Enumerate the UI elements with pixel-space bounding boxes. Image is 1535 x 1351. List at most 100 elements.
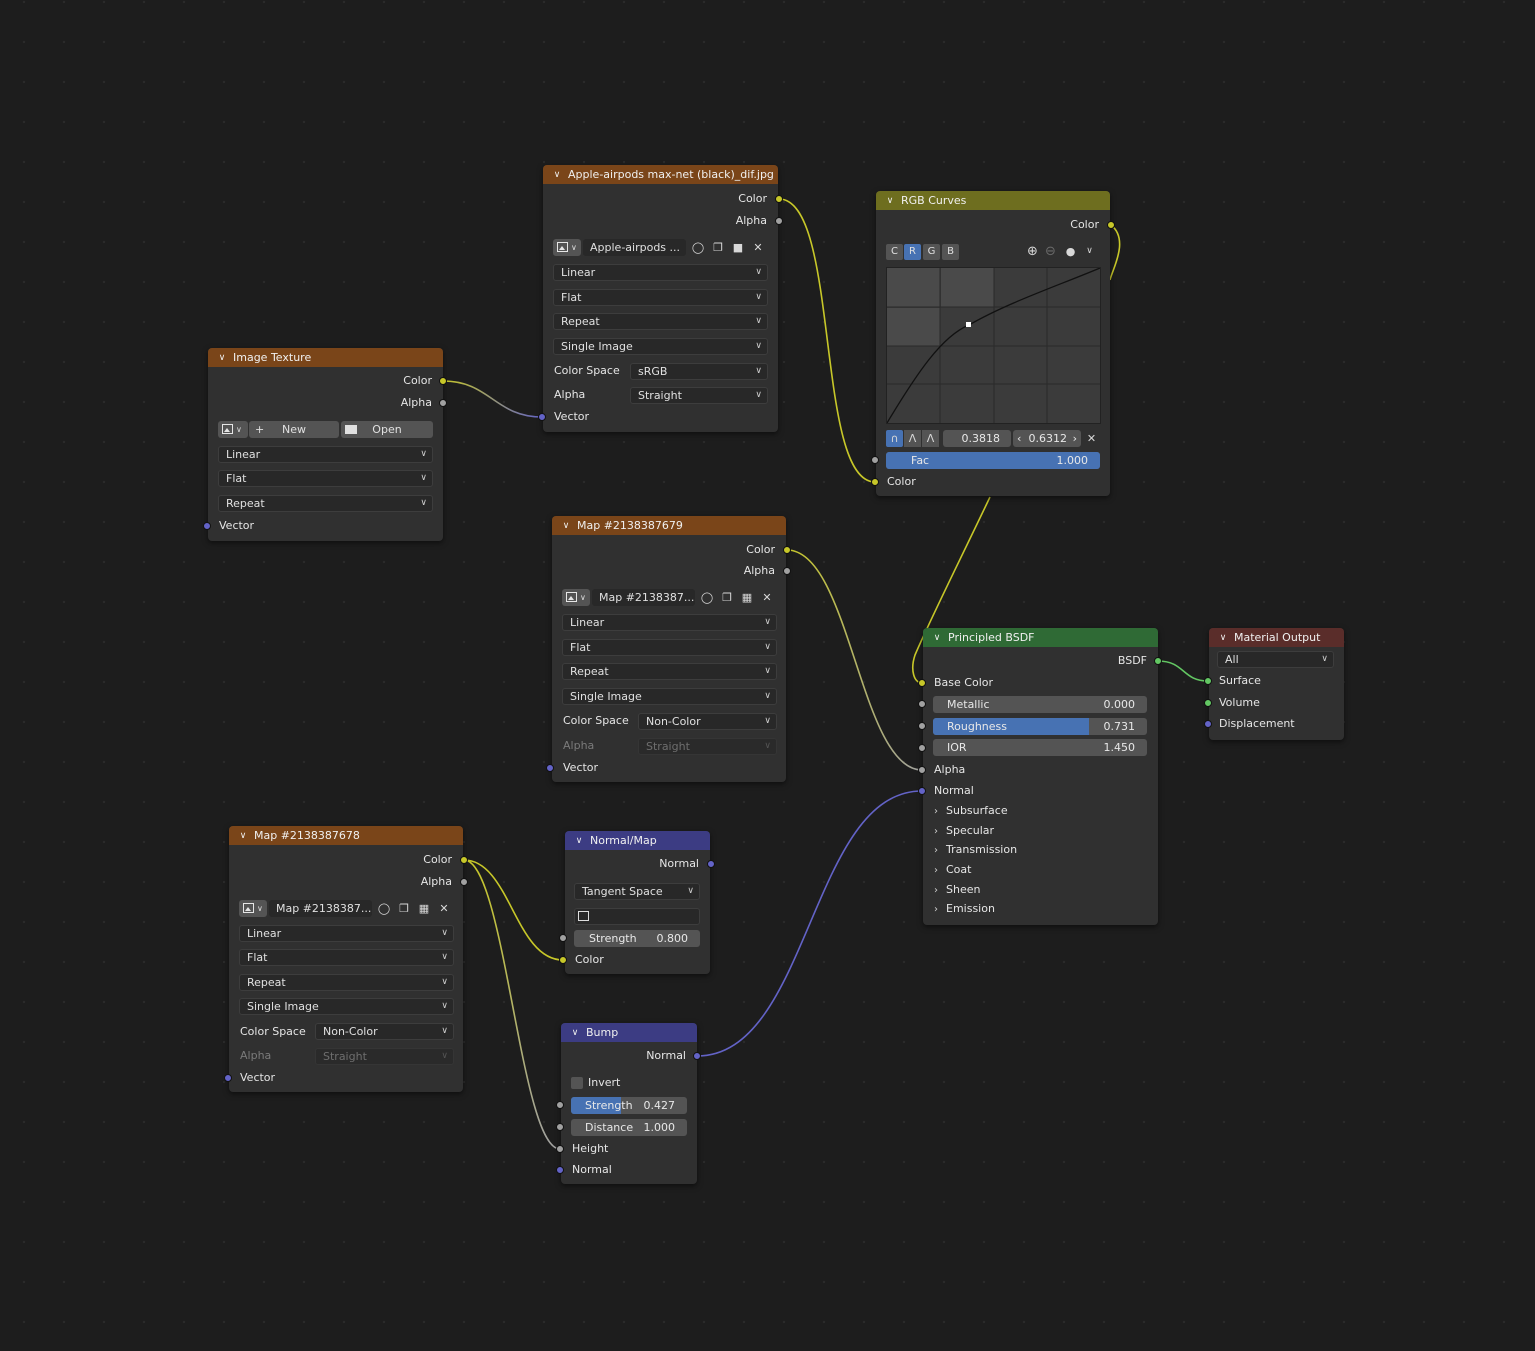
folder-icon[interactable]: ■: [729, 239, 747, 256]
zoom-out-icon[interactable]: ⊖: [1042, 243, 1059, 260]
socket-image-texture-color-out[interactable]: [439, 377, 447, 385]
socket-principled-ior-in[interactable]: [918, 744, 926, 752]
uv-map-field[interactable]: [574, 908, 700, 925]
socket-map679-vector-in[interactable]: [546, 764, 554, 772]
socket-principled-metallic-in[interactable]: [918, 700, 926, 708]
socket-bump-strength-in[interactable]: [556, 1101, 564, 1109]
image-browse-button[interactable]: ∨: [218, 421, 248, 438]
socket-curves-color-out[interactable]: [1107, 221, 1115, 229]
duplicate-icon[interactable]: ❐: [395, 900, 413, 917]
space-dropdown[interactable]: Tangent Space ∨: [574, 883, 700, 900]
panel-transmission[interactable]: › Transmission: [934, 843, 1017, 856]
node-header[interactable]: ∨ Bump: [561, 1023, 697, 1042]
socket-normalmap-color-in[interactable]: [559, 956, 567, 964]
point-x-field[interactable]: 0.3818: [943, 430, 1011, 447]
image-browse-button[interactable]: ∨: [562, 589, 590, 606]
source-dropdown[interactable]: Single Image ∨: [553, 338, 768, 355]
pack-icon[interactable]: ▦: [738, 589, 756, 606]
socket-map678-vector-in[interactable]: [224, 1074, 232, 1082]
node-map-2138387679[interactable]: ∨ Map #2138387679 Color Alpha ∨ Map #2138…: [552, 516, 786, 782]
node-header[interactable]: ∨ Map #2138387678: [229, 826, 463, 845]
socket-normalmap-strength-in[interactable]: [559, 934, 567, 942]
close-icon[interactable]: ✕: [435, 900, 453, 917]
node-bump[interactable]: ∨ Bump Normal Invert Strength 0.427 Distan…: [561, 1023, 697, 1184]
duplicate-icon[interactable]: ❐: [709, 239, 727, 256]
zoom-in-icon[interactable]: ⊕: [1024, 243, 1041, 260]
image-browse-button[interactable]: ∨: [239, 900, 267, 917]
close-icon[interactable]: ✕: [749, 239, 767, 256]
source-dropdown[interactable]: Single Image ∨: [562, 688, 777, 705]
fac-field[interactable]: Fac 1.000: [886, 452, 1100, 469]
source-dropdown[interactable]: Single Image ∨: [239, 998, 454, 1015]
fake-user-shield-icon[interactable]: ◯: [689, 239, 707, 256]
node-principled-bsdf[interactable]: ∨ Principled BSDF BSDF Base Color Metalli…: [923, 628, 1158, 925]
chevron-down-icon[interactable]: ∨: [570, 1028, 580, 1038]
interpolation-dropdown[interactable]: Linear ∨: [562, 614, 777, 631]
node-header[interactable]: ∨ RGB Curves: [876, 191, 1110, 210]
socket-principled-roughness-in[interactable]: [918, 722, 926, 730]
node-header[interactable]: ∨ Apple-airpods max-net (black)_dif.jpg: [543, 165, 778, 184]
socket-normalmap-normal-out[interactable]: [707, 860, 715, 868]
extension-dropdown[interactable]: Repeat ∨: [553, 313, 768, 330]
metallic-field[interactable]: Metallic 0.000: [933, 696, 1147, 713]
socket-map679-color-out[interactable]: [783, 546, 791, 554]
projection-dropdown[interactable]: Flat ∨: [562, 639, 777, 656]
socket-principled-normal-in[interactable]: [918, 787, 926, 795]
image-browse-button[interactable]: ∨: [553, 239, 581, 256]
strength-field[interactable]: Strength 0.427: [571, 1097, 687, 1114]
socket-principled-basecolor-in[interactable]: [918, 679, 926, 687]
socket-bump-distance-in[interactable]: [556, 1123, 564, 1131]
open-image-button[interactable]: Open: [341, 421, 433, 438]
socket-map678-color-out[interactable]: [460, 856, 468, 864]
panel-emission[interactable]: › Emission: [934, 902, 995, 915]
socket-curves-fac-in[interactable]: [871, 456, 879, 464]
image-name-field[interactable]: Map #2138387...: [269, 900, 372, 917]
node-header[interactable]: ∨ Principled BSDF: [923, 628, 1158, 647]
socket-apple-alpha-out[interactable]: [775, 217, 783, 225]
chevron-down-icon[interactable]: ∨: [552, 170, 562, 180]
socket-bump-height-in[interactable]: [556, 1145, 564, 1153]
node-header[interactable]: ∨ Material Output: [1209, 628, 1344, 647]
pack-icon[interactable]: ▦: [415, 900, 433, 917]
panel-coat[interactable]: › Coat: [934, 863, 971, 876]
node-apple-texture[interactable]: ∨ Apple-airpods max-net (black)_dif.jpg C…: [543, 165, 778, 432]
chevron-down-icon[interactable]: ∨: [238, 831, 248, 841]
extension-dropdown[interactable]: Repeat ∨: [239, 974, 454, 991]
node-rgb-curves[interactable]: ∨ RGB Curves Color C R G B ⊕ ⊖ ● ∨ ∩ Λ Λ …: [876, 191, 1110, 496]
chevron-right-icon[interactable]: ›: [1073, 430, 1077, 447]
chevron-down-icon[interactable]: ∨: [1218, 633, 1228, 643]
handle-vector-icon[interactable]: Λ: [904, 430, 921, 447]
duplicate-icon[interactable]: ❐: [718, 589, 736, 606]
extension-dropdown[interactable]: Repeat ∨: [218, 495, 433, 512]
node-header[interactable]: ∨ Map #2138387679: [552, 516, 786, 535]
node-map-2138387678[interactable]: ∨ Map #2138387678 Color Alpha ∨ Map #2138…: [229, 826, 463, 1092]
clipping-icon[interactable]: ●: [1062, 243, 1079, 260]
image-name-field[interactable]: Apple-airpods ...: [583, 239, 686, 256]
socket-map679-alpha-out[interactable]: [783, 567, 791, 575]
node-header[interactable]: ∨ Image Texture: [208, 348, 443, 367]
chevron-down-icon[interactable]: ∨: [932, 633, 942, 643]
channel-g-button[interactable]: G: [923, 244, 940, 260]
chevron-left-icon[interactable]: ‹: [1017, 430, 1021, 447]
projection-dropdown[interactable]: Flat ∨: [218, 470, 433, 487]
handle-auto-icon[interactable]: ∩: [886, 430, 903, 447]
channel-c-button[interactable]: C: [886, 244, 903, 260]
chevron-down-icon[interactable]: ∨: [561, 521, 571, 531]
distance-field[interactable]: Distance 1.000: [571, 1119, 687, 1136]
alpha-mode-dropdown[interactable]: Straight ∨: [630, 387, 768, 404]
socket-output-volume-in[interactable]: [1204, 699, 1212, 707]
delete-point-icon[interactable]: ✕: [1083, 430, 1100, 447]
extension-dropdown[interactable]: Repeat ∨: [562, 663, 777, 680]
chevron-down-icon[interactable]: ∨: [885, 196, 895, 206]
socket-image-texture-vector-in[interactable]: [203, 522, 211, 530]
curve-editor[interactable]: [886, 267, 1101, 424]
node-normal-map[interactable]: ∨ Normal/Map Normal Tangent Space ∨ Streng…: [565, 831, 710, 974]
socket-image-texture-alpha-out[interactable]: [439, 399, 447, 407]
close-icon[interactable]: ✕: [758, 589, 776, 606]
chevron-down-icon[interactable]: ∨: [1081, 243, 1098, 260]
panel-specular[interactable]: › Specular: [934, 824, 994, 837]
channel-b-button[interactable]: B: [942, 244, 959, 260]
panel-subsurface[interactable]: › Subsurface: [934, 804, 1008, 817]
point-y-field[interactable]: ‹ 0.6312 ›: [1013, 430, 1081, 447]
node-header[interactable]: ∨ Normal/Map: [565, 831, 710, 850]
